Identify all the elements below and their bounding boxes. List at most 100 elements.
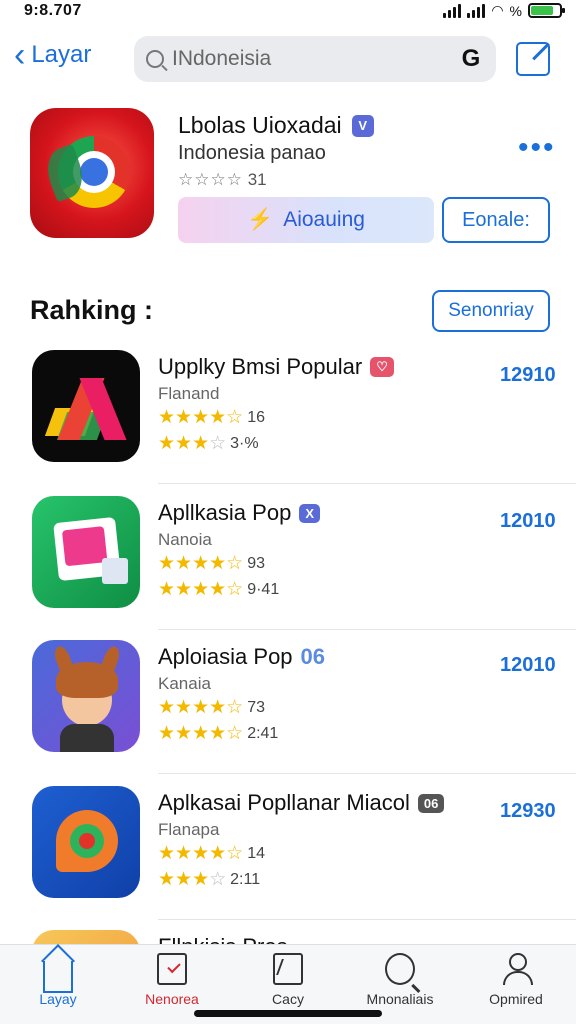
- wifi-icon: ◠: [491, 2, 504, 18]
- stars-icon: ★★★★☆: [158, 843, 244, 864]
- list-item[interactable]: Aploiasia Pop 06 Kanaia ★★★★☆ 73 ★★★★☆ 2:4…: [0, 630, 576, 774]
- verified-badge: V: [351, 114, 374, 137]
- stars-icon: ★★★★☆: [158, 697, 244, 718]
- tab-label: Nenorea: [145, 991, 199, 1007]
- app-icon: [32, 496, 140, 608]
- stars-icon: ★★★★☆: [158, 407, 244, 428]
- tab-home[interactable]: Layay: [8, 953, 108, 1007]
- compose-icon[interactable]: [516, 42, 550, 76]
- rating-value: 3·%: [230, 434, 259, 452]
- price-button[interactable]: 12010: [500, 654, 556, 677]
- secondary-action-button[interactable]: Eonale:: [442, 197, 550, 243]
- more-options-icon[interactable]: •••: [518, 133, 556, 163]
- rating-row: ★★★★☆ 14: [158, 842, 265, 865]
- stars-icon: ★★★☆: [158, 433, 227, 454]
- tab-label: Cacy: [272, 991, 304, 1007]
- rating-value: 2:41: [247, 724, 279, 742]
- ranking-title: Rahking :: [30, 295, 154, 325]
- signal-icon: [443, 3, 462, 18]
- tab-label: Opmired: [489, 991, 543, 1007]
- rating-row: ★★★★☆ 2:41: [158, 722, 278, 745]
- badge: 06: [300, 644, 326, 669]
- chevron-left-icon: ‹: [14, 36, 26, 74]
- rating-value: 73: [247, 698, 265, 716]
- primary-action-button[interactable]: ⚡ Aioauing: [178, 197, 434, 243]
- ranking-filter-button[interactable]: Senonriay: [432, 290, 550, 332]
- rating-row: ★★★★☆ 93: [158, 552, 265, 575]
- rating-value: 9·41: [247, 580, 280, 598]
- checklist-icon: [157, 953, 187, 985]
- hero-title: Lbolas Uioxadai: [178, 112, 342, 138]
- bolt-icon: ⚡: [247, 208, 274, 231]
- price-button[interactable]: 12930: [500, 800, 556, 823]
- profile-icon: [501, 953, 533, 985]
- search-icon: [146, 50, 164, 68]
- hero-rating-count: 31: [247, 170, 267, 189]
- rating-row: ★★★★☆ 9·41: [158, 578, 279, 601]
- stars-icon: ★★★★☆: [158, 579, 244, 600]
- home-icon: [43, 961, 73, 993]
- badge: X: [299, 503, 320, 523]
- stars-icon: ★★★★☆: [158, 723, 244, 744]
- home-indicator: [194, 1010, 382, 1017]
- search-text: INdoneisia: [172, 47, 272, 70]
- price-button[interactable]: 12910: [500, 364, 556, 387]
- app-name: Apllkasia Pop: [158, 500, 292, 525]
- wifi-label: %: [509, 2, 522, 19]
- signal-icon-2: [467, 3, 486, 18]
- status-icons: ◠ %: [443, 2, 565, 19]
- list-item[interactable]: Aplkasai Popllanar Miacol 06 Flanapa ★★★…: [0, 776, 576, 920]
- book-icon: [273, 953, 303, 985]
- app-icon: [32, 350, 140, 462]
- hero-subtitle: Indonesia panao: [178, 142, 326, 164]
- back-label: Layar: [31, 41, 92, 68]
- app-name-row: Aplkasai Popllanar Miacol 06: [158, 790, 445, 816]
- hero-rating: ☆☆☆☆ 31: [178, 170, 267, 190]
- back-button[interactable]: ‹ Layar: [14, 36, 92, 74]
- rating-value: 2:11: [230, 870, 261, 888]
- price-button[interactable]: 12010: [500, 510, 556, 533]
- app-name-row: Upplky Bmsi Popular ♡: [158, 354, 394, 380]
- stars-icon: ★★★★☆: [158, 553, 244, 574]
- tab-categories[interactable]: Cacy: [238, 953, 338, 1007]
- google-icon[interactable]: G: [458, 46, 484, 72]
- search-input[interactable]: INdoneisia G: [134, 36, 496, 82]
- rating-value: 93: [247, 554, 265, 572]
- hero-app-icon[interactable]: [30, 108, 154, 238]
- search-icon: [385, 953, 415, 985]
- rating-row: ★★★☆ 2:11: [158, 868, 260, 891]
- tab-monitor[interactable]: Mnonaliais: [350, 953, 450, 1007]
- app-category: Flanapa: [158, 820, 220, 839]
- app-icon: [32, 640, 140, 752]
- app-icon: [32, 786, 140, 898]
- tab-new[interactable]: Nenorea: [122, 953, 222, 1007]
- app-name-row: Aploiasia Pop 06: [158, 644, 325, 670]
- rating-value: 14: [247, 844, 265, 862]
- rating-row: ★★★★☆ 73: [158, 696, 265, 719]
- status-time: 9:8.707: [24, 2, 82, 19]
- tab-label: Mnonaliais: [366, 991, 434, 1007]
- app-name: Aploiasia Pop: [158, 644, 293, 669]
- rating-row: ★★★☆ 3·%: [158, 432, 259, 455]
- list-item[interactable]: Upplky Bmsi Popular ♡ Flanand ★★★★☆ 16 ★★…: [0, 340, 576, 484]
- app-category: Nanoia: [158, 530, 212, 549]
- primary-action-label: Aioauing: [283, 208, 365, 231]
- badge: 06: [417, 793, 445, 813]
- rating-value: 16: [247, 408, 265, 426]
- status-bar: 9:8.707 ◠ %: [0, 0, 576, 24]
- app-category: Flanand: [158, 384, 220, 403]
- tab-profile[interactable]: Opmired: [466, 953, 566, 1007]
- battery-icon: [528, 3, 565, 18]
- heart-badge: ♡: [370, 357, 394, 377]
- hero-stars: ☆☆☆☆: [178, 170, 243, 189]
- stars-icon: ★★★☆: [158, 869, 227, 890]
- app-name: Aplkasai Popllanar Miacol: [158, 790, 410, 815]
- rating-row: ★★★★☆ 16: [158, 406, 265, 429]
- hero-title-row: Lbolas Uioxadai V: [178, 112, 374, 139]
- list-item[interactable]: Apllkasia Pop X Nanoia ★★★★☆ 93 ★★★★☆ 9·41…: [0, 486, 576, 630]
- nav-bar: ‹ Layar INdoneisia G: [0, 34, 576, 84]
- tab-label: Layay: [39, 991, 77, 1007]
- app-name: Upplky Bmsi Popular: [158, 354, 363, 379]
- app-category: Kanaia: [158, 674, 211, 693]
- app-name-row: Apllkasia Pop X: [158, 500, 320, 526]
